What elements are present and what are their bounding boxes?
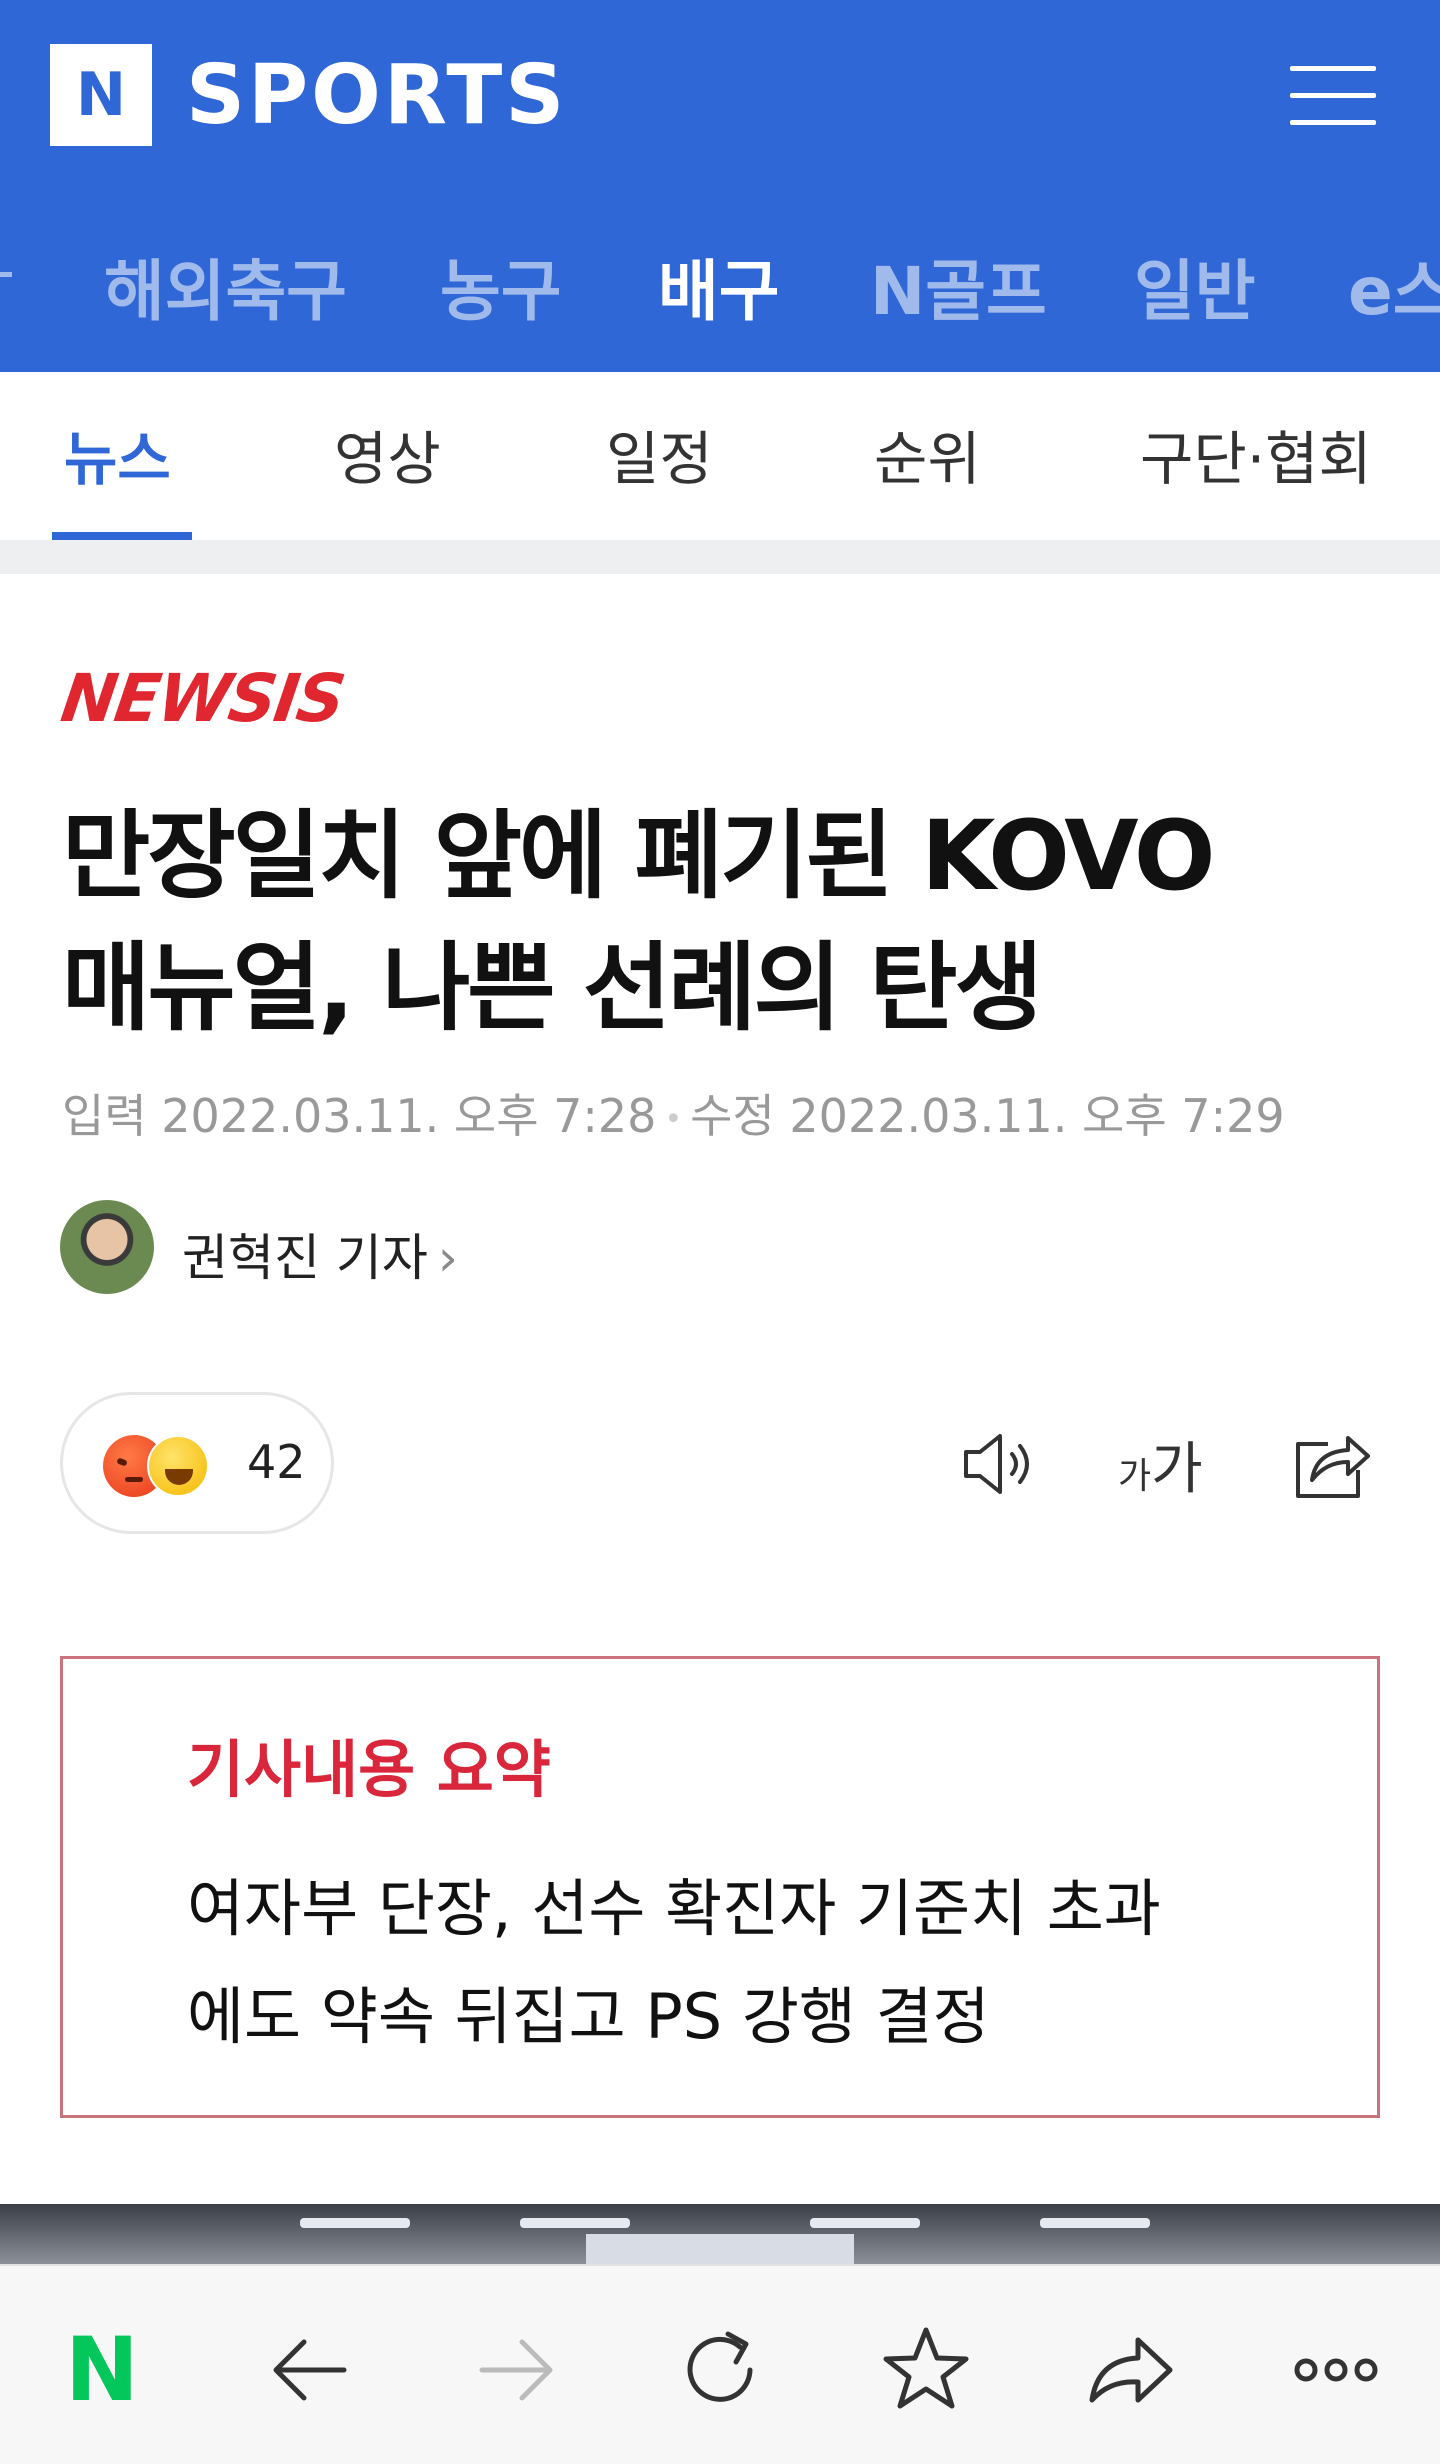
speaker-icon[interactable]	[960, 1424, 1040, 1504]
category-tab-golf[interactable]: N골프	[870, 238, 1047, 330]
refresh-icon[interactable]	[670, 2320, 770, 2420]
chevron-right-icon: ›	[437, 1229, 458, 1287]
article-summary-box: 기사내용 요약 여자부 단장, 선수 확진자 기준치 초과 에도 약속 뒤집고 …	[60, 1656, 1380, 2118]
reporter-link[interactable]: 권혁진 기자 ›	[182, 1218, 458, 1290]
category-tab-overseas-soccer[interactable]: 해외축구	[104, 238, 347, 330]
star-icon[interactable]	[876, 2320, 976, 2420]
headline-line-1: 만장일치 앞에 폐기된 KOVO	[62, 800, 1215, 912]
press-logo[interactable]: NEWSIS	[57, 660, 349, 737]
category-tab-esports[interactable]: e스	[1348, 238, 1440, 330]
laugh-emoji-icon	[147, 1435, 209, 1497]
summary-title: 기사내용 요약	[187, 1733, 551, 1806]
hamburger-menu-icon[interactable]	[1290, 66, 1376, 125]
published-date: 입력 2022.03.11. 오후 7:28	[62, 1089, 657, 1143]
tab-news[interactable]: 뉴스	[64, 412, 171, 496]
more-icon[interactable]	[1286, 2320, 1386, 2420]
article-headline: 만장일치 앞에 폐기된 KOVO 매뉴얼, 나쁜 선례의 탄생	[62, 790, 1382, 1054]
share-icon[interactable]	[1292, 1424, 1372, 1504]
logo-letter: N	[75, 60, 127, 130]
tab-ranking[interactable]: 순위	[874, 412, 981, 496]
tab-video[interactable]: 영상	[334, 412, 441, 496]
category-tab-volleyball[interactable]: 배구	[658, 238, 779, 330]
naver-home-button[interactable]: N	[52, 2320, 152, 2420]
tab-teams[interactable]: 구단·협회	[1140, 412, 1372, 496]
summary-line-1: 여자부 단장, 선수 확진자 기준치 초과	[187, 1872, 1161, 1945]
font-size-big: 가	[1151, 1437, 1203, 1502]
font-size-icon[interactable]: 가가	[1118, 1424, 1203, 1504]
summary-line-2: 에도 약속 뒤집고 PS 강행 결정	[187, 1980, 990, 2053]
modified-date: 수정 2022.03.11. 오후 7:29	[690, 1089, 1285, 1143]
reporter-avatar[interactable]	[60, 1200, 154, 1294]
sub-tabs: 뉴스 영상 일정 순위 구단·협회	[0, 372, 1440, 540]
scroll-hint	[0, 272, 12, 277]
reaction-button[interactable]: 42	[60, 1392, 334, 1534]
category-tab-general[interactable]: 일반	[1134, 238, 1255, 330]
naver-logo[interactable]: N	[50, 44, 152, 146]
tab-schedule[interactable]: 일정	[606, 412, 713, 496]
active-tab-indicator	[52, 532, 192, 540]
summary-text: 여자부 단장, 선수 확진자 기준치 초과 에도 약속 뒤집고 PS 강행 결정	[187, 1855, 1307, 2071]
reporter-name: 권혁진 기자	[182, 1229, 428, 1287]
category-tab-basketball[interactable]: 농구	[440, 238, 561, 330]
top-header: N SPORTS 해외축구 농구 배구 N골프 일반 e스	[0, 0, 1440, 372]
section-divider	[0, 540, 1440, 574]
headline-line-2: 매뉴얼, 나쁜 선례의 탄생	[62, 932, 1043, 1044]
sports-logo-text[interactable]: SPORTS	[186, 44, 567, 146]
browser-bottom-bar: N	[0, 2264, 1440, 2464]
back-arrow-icon[interactable]	[260, 2320, 360, 2420]
forward-arrow-icon[interactable]	[466, 2320, 566, 2420]
font-size-small: 가	[1118, 1456, 1152, 1497]
reaction-count: 42	[247, 1435, 306, 1489]
category-nav: 해외축구 농구 배구 N골프 일반 e스	[0, 220, 1440, 330]
article-photo[interactable]	[0, 2204, 1440, 2264]
date-separator: •	[664, 1102, 683, 1137]
naver-n-icon: N	[65, 2318, 139, 2421]
share-arrow-icon[interactable]	[1080, 2320, 1180, 2420]
article-dates: 입력 2022.03.11. 오후 7:28 • 수정 2022.03.11. 오후…	[62, 1080, 1285, 1146]
